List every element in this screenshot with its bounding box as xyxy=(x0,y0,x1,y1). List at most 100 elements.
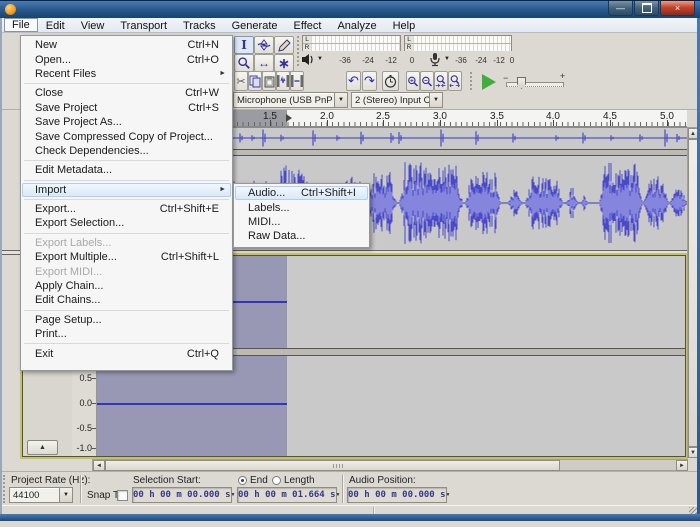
minimize-icon: — xyxy=(616,4,625,13)
menubar-item-file[interactable]: File xyxy=(4,18,38,32)
menu-item-recent-files[interactable]: Recent Files► xyxy=(22,67,231,81)
zoom-tool-button[interactable] xyxy=(234,54,254,72)
menubar-item-help[interactable]: Help xyxy=(385,18,424,32)
meter-scale-label: 0 xyxy=(410,56,414,65)
menu-item-save-project-as[interactable]: Save Project As... xyxy=(22,115,231,129)
cut-button[interactable]: ✂ xyxy=(234,71,248,91)
zoom-in-icon xyxy=(407,75,419,88)
snap-to-checkbox[interactable] xyxy=(117,490,128,501)
microphone-icon[interactable] xyxy=(429,52,441,67)
menu-item-apply-chain[interactable]: Apply Chain... xyxy=(22,279,231,293)
menu-item-save-compressed-copy-of-project[interactable]: Save Compressed Copy of Project... xyxy=(22,129,231,143)
envelope-tool-button[interactable] xyxy=(254,36,274,54)
menu-item-close[interactable]: CloseCtrl+W xyxy=(22,86,231,100)
project-rate-dropdown-icon[interactable]: ▼ xyxy=(59,488,72,502)
paste-button[interactable] xyxy=(262,71,276,91)
menubar-item-view[interactable]: View xyxy=(73,18,113,32)
fit-project-icon xyxy=(449,74,461,88)
multi-tool-button[interactable]: ∗ xyxy=(274,54,294,72)
selection-tool-button[interactable]: I xyxy=(234,36,254,54)
title-bar[interactable]: — × xyxy=(0,0,700,18)
audio-position-field[interactable]: 00 h 00 m 00.000 s ▼ xyxy=(347,487,447,503)
menu-separator xyxy=(24,83,229,84)
horizontal-scrollbar[interactable]: ◄ ► xyxy=(92,459,688,471)
menu-item-label: Save Project xyxy=(35,102,176,114)
menubar-item-tracks[interactable]: Tracks xyxy=(175,18,224,32)
menu-item-edit-metadata[interactable]: Edit Metadata... xyxy=(22,163,231,177)
menu-item-export-multiple[interactable]: Export Multiple...Ctrl+Shift+L xyxy=(22,250,231,264)
project-rate-label: Project Rate (Hz): xyxy=(11,475,90,486)
zoom-out-button[interactable] xyxy=(420,71,434,91)
menubar-item-generate[interactable]: Generate xyxy=(224,18,286,32)
recording-meter[interactable]: L R xyxy=(404,35,512,51)
menu-item-export[interactable]: Export...Ctrl+Shift+E xyxy=(22,202,231,216)
menubar-item-edit[interactable]: Edit xyxy=(38,18,73,32)
menubar-item-transport[interactable]: Transport xyxy=(112,18,175,32)
playback-meter-dropdown[interactable]: ▼ xyxy=(317,56,323,62)
input-channels-select[interactable]: 2 (Stereo) Input C ▼ xyxy=(351,92,443,108)
minimize-button[interactable]: — xyxy=(608,1,633,16)
menu-item-import[interactable]: Import► xyxy=(22,183,231,197)
speaker-icon[interactable] xyxy=(301,53,315,66)
vertical-scrollbar[interactable]: ▲ ▼ xyxy=(687,127,697,458)
timeshift-tool-button[interactable]: ↔ xyxy=(254,54,274,72)
menu-item-labels[interactable]: Labels... xyxy=(235,200,368,214)
menu-item-export-selection[interactable]: Export Selection... xyxy=(22,216,231,230)
menu-item-midi[interactable]: MIDI... xyxy=(235,215,368,229)
menu-item-exit[interactable]: ExitCtrl+Q xyxy=(22,346,231,360)
scroll-left-button[interactable]: ◄ xyxy=(93,460,105,471)
menubar-item-effect[interactable]: Effect xyxy=(286,18,330,32)
menu-item-edit-chains[interactable]: Edit Chains... xyxy=(22,293,231,307)
zoom-in-button[interactable] xyxy=(406,71,420,91)
fit-project-button[interactable] xyxy=(448,71,462,91)
transcription-toolbar-grip[interactable] xyxy=(470,72,475,90)
menu-item-export-midi[interactable]: Export MIDI... xyxy=(22,264,231,278)
selection-start-dropdown-icon[interactable]: ▼ xyxy=(231,492,236,498)
audio-position-dropdown-icon[interactable]: ▼ xyxy=(446,492,451,498)
scroll-right-button[interactable]: ► xyxy=(676,460,688,471)
menu-item-page-setup[interactable]: Page Setup... xyxy=(22,313,231,327)
selection-toolbar-grip[interactable] xyxy=(3,475,8,503)
input-channels-dropdown-icon[interactable]: ▼ xyxy=(429,93,442,107)
close-button[interactable]: × xyxy=(660,1,695,16)
menu-item-open[interactable]: Open...Ctrl+O xyxy=(22,52,231,66)
menu-item-check-dependencies[interactable]: Check Dependencies... xyxy=(22,144,231,158)
undo-button[interactable]: ↶ xyxy=(346,71,361,91)
input-device-dropdown-icon[interactable]: ▼ xyxy=(334,93,347,107)
redo-button[interactable]: ↷ xyxy=(362,71,377,91)
menu-item-shortcut: Ctrl+N xyxy=(188,39,219,51)
menu-item-label: Raw Data... xyxy=(248,230,356,242)
play-at-speed-button[interactable] xyxy=(478,72,500,91)
menu-item-label: Audio... xyxy=(248,187,289,199)
menu-item-print[interactable]: Print... xyxy=(22,327,231,341)
menu-item-save-project[interactable]: Save ProjectCtrl+S xyxy=(22,101,231,115)
trim-audio-button[interactable] xyxy=(276,71,290,91)
copy-button[interactable] xyxy=(248,71,262,91)
length-radio[interactable] xyxy=(272,476,281,485)
sync-lock-button[interactable] xyxy=(382,71,399,91)
selection-end-field[interactable]: 00 h 00 m 01.664 s ▼ xyxy=(237,487,337,503)
selection-start-field[interactable]: 00 h 00 m 00.000 s ▼ xyxy=(132,487,232,503)
fit-selection-button[interactable] xyxy=(434,71,448,91)
scissors-icon: ✂ xyxy=(236,75,245,88)
project-rate-select[interactable]: 44100 ▼ xyxy=(9,487,73,503)
track2-collapse-button[interactable]: ▲ xyxy=(27,440,58,455)
track2-channel2[interactable] xyxy=(97,356,687,456)
selection-end-dropdown-icon[interactable]: ▼ xyxy=(336,492,341,498)
maximize-button[interactable] xyxy=(634,1,659,16)
menu-item-export-labels[interactable]: Export Labels... xyxy=(22,236,231,250)
menu-item-raw-data[interactable]: Raw Data... xyxy=(235,229,368,243)
recording-meter-dropdown[interactable]: ▼ xyxy=(444,56,450,62)
silence-icon xyxy=(291,75,303,87)
silence-audio-button[interactable] xyxy=(290,71,304,91)
horizontal-scroll-thumb[interactable] xyxy=(105,460,560,471)
menu-item-new[interactable]: NewCtrl+N xyxy=(22,38,231,52)
input-device-select[interactable]: Microphone (USB PnP Sound D ▼ xyxy=(233,92,348,108)
playback-speed-slider[interactable] xyxy=(506,82,564,87)
menubar-item-analyze[interactable]: Analyze xyxy=(329,18,384,32)
playback-meter[interactable]: L R xyxy=(302,35,401,51)
resize-grip[interactable] xyxy=(689,507,697,514)
menu-item-audio[interactable]: Audio...Ctrl+Shift+I xyxy=(235,186,368,200)
draw-tool-button[interactable] xyxy=(274,36,294,54)
end-radio[interactable] xyxy=(238,476,247,485)
